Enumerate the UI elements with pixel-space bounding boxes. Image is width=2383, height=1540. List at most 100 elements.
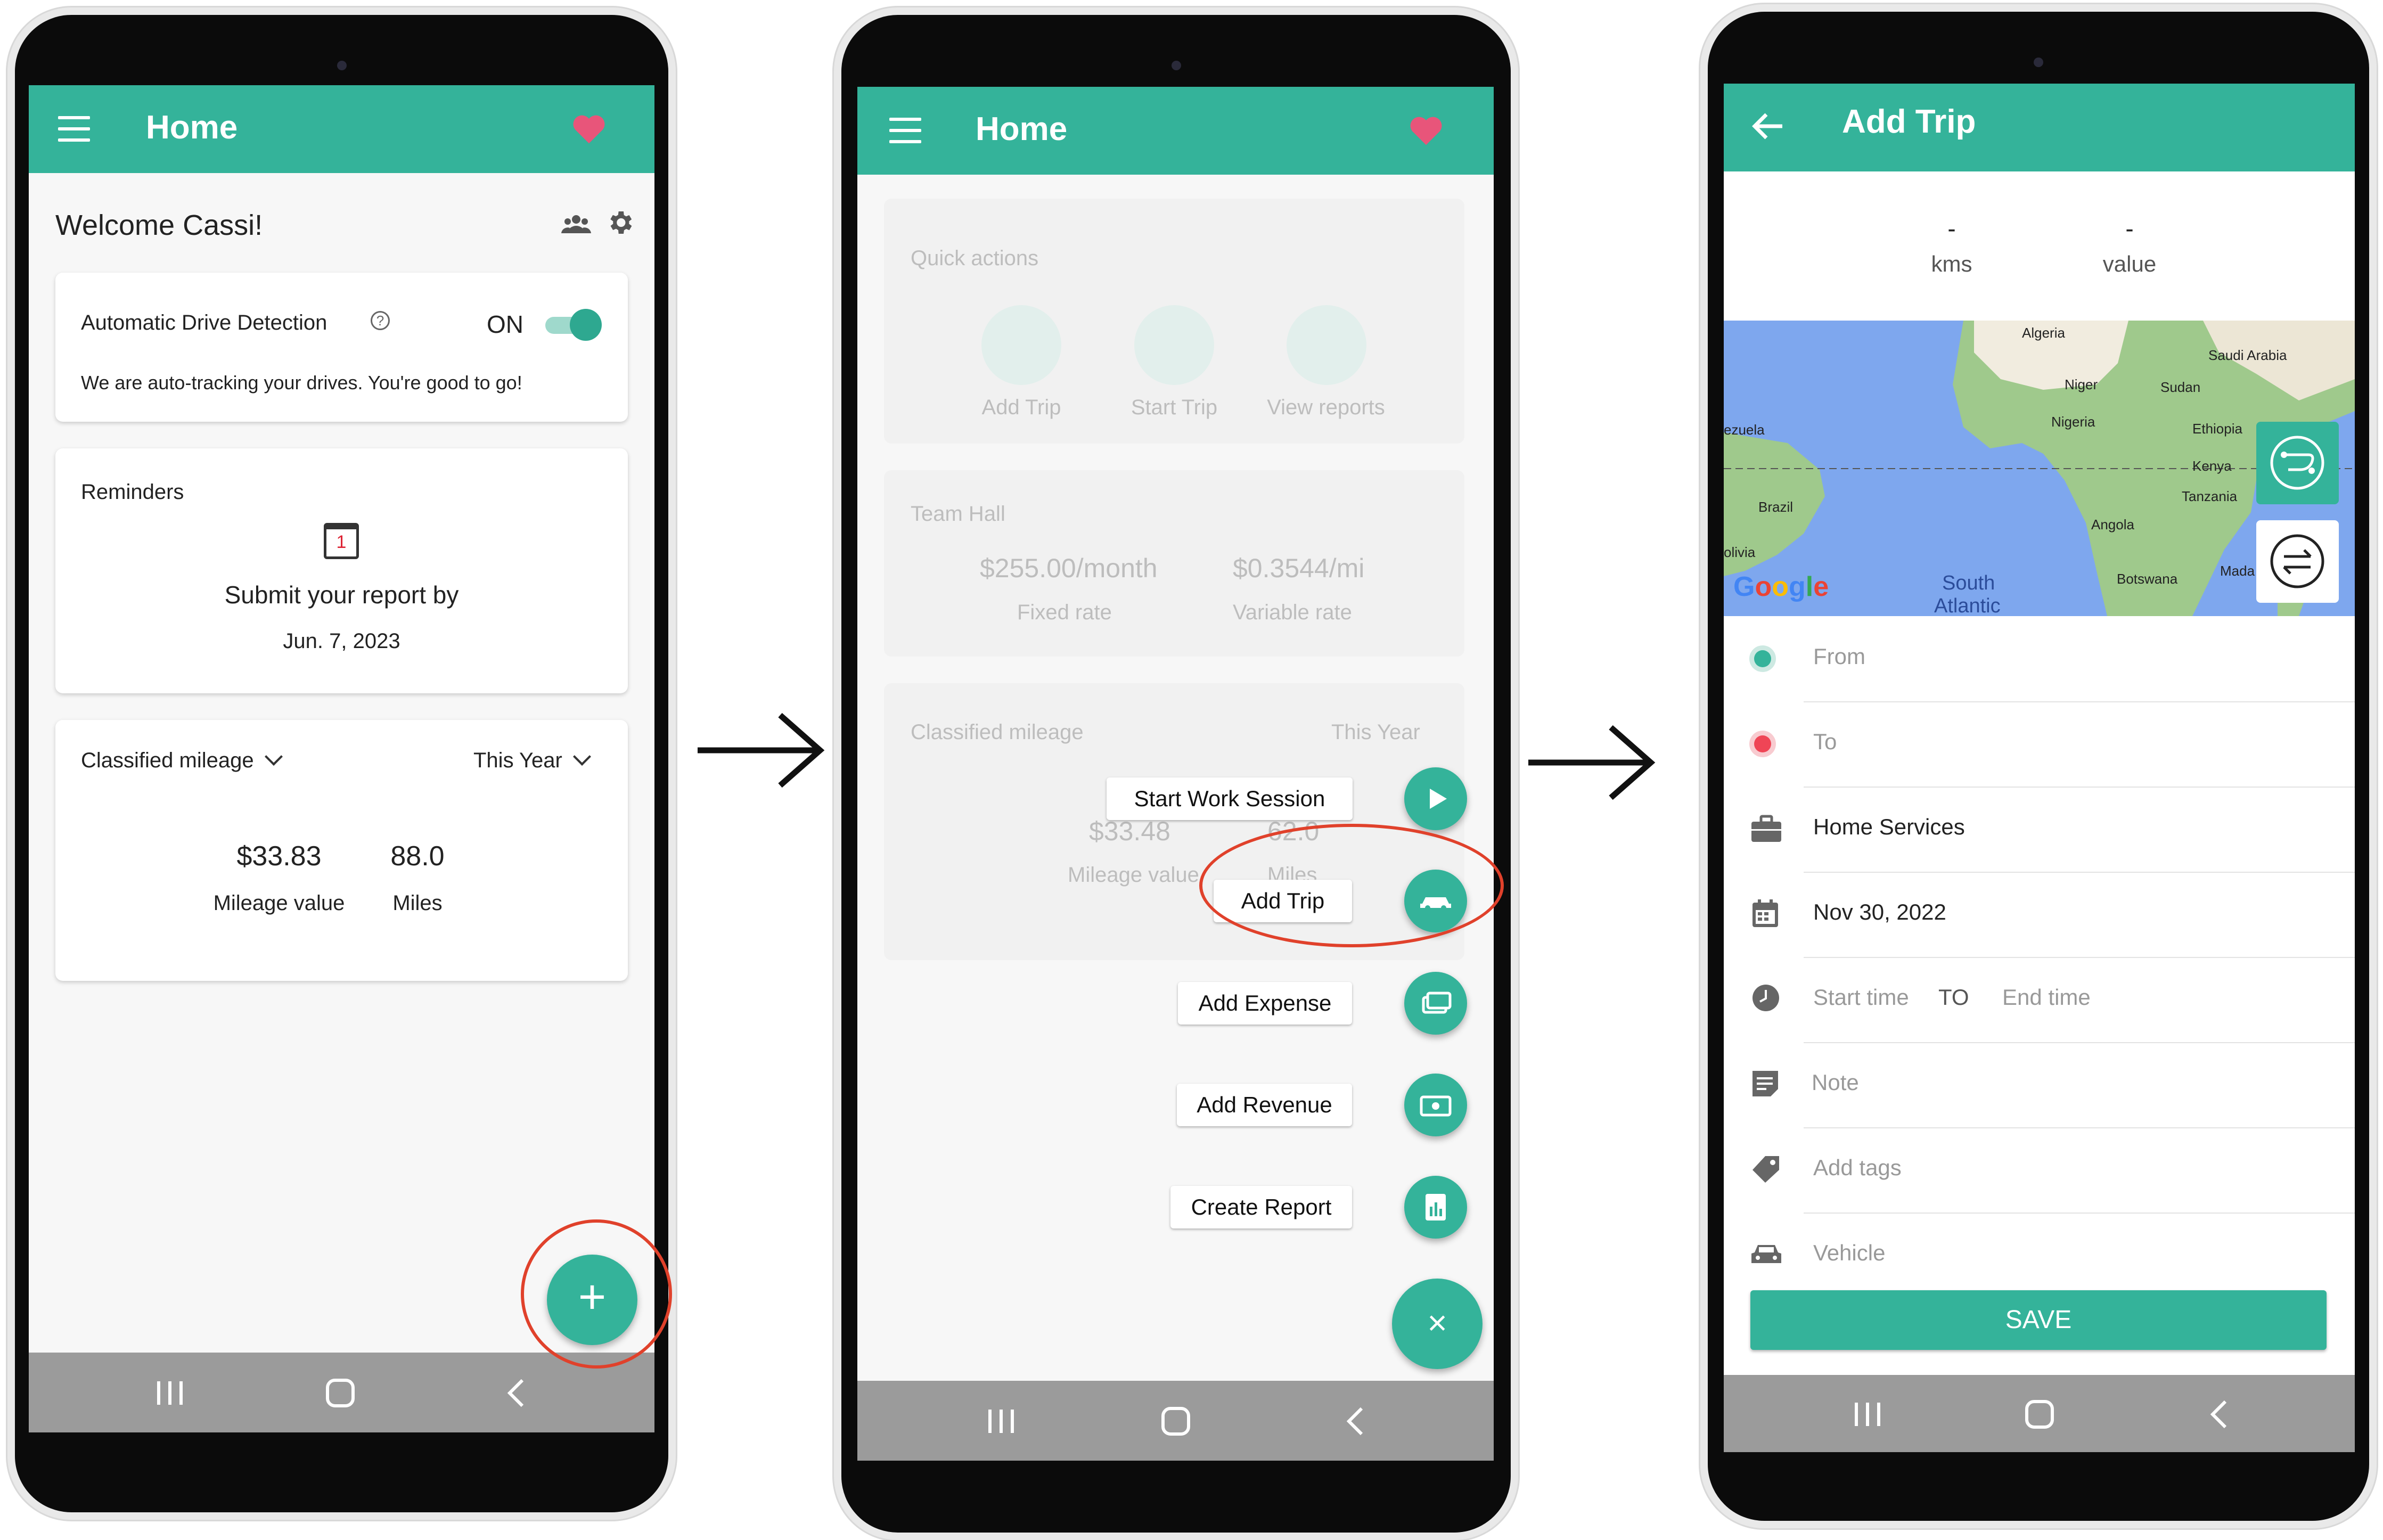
menu-icon[interactable]	[58, 116, 90, 142]
calendar-icon: 1	[324, 523, 359, 559]
miles-value: 88.0	[390, 841, 445, 872]
tags-field[interactable]: Add tags	[1804, 1127, 2355, 1214]
period-select[interactable]: This Year	[473, 748, 591, 773]
start-work-session-button[interactable]	[1404, 767, 1467, 830]
system-nav-bar	[857, 1381, 1494, 1461]
start-work-session-label[interactable]: Start Work Session	[1107, 777, 1353, 820]
map-label: Angola	[2091, 517, 2134, 533]
period-select: This Year	[1331, 720, 1420, 744]
page-title: Add Trip	[1842, 103, 1976, 140]
vehicle-icon	[1750, 1242, 1782, 1270]
back-nav-icon[interactable]	[2208, 1398, 2230, 1433]
help-icon[interactable]: ?	[371, 311, 390, 330]
kms-label: kms	[1931, 251, 1972, 276]
quick-actions-title: Quick actions	[911, 247, 1039, 270]
phone-add-trip: Add Trip - kms - value Algeria Saudi Ara…	[1700, 4, 2377, 1528]
tag-icon	[1751, 1155, 1780, 1186]
team-card: Team Hall $255.00/month Fixed rate $0.35…	[884, 470, 1464, 657]
google-logo: Google	[1733, 571, 1829, 602]
detection-status: ON	[487, 310, 523, 338]
calendar-day: 1	[336, 532, 347, 552]
route-map[interactable]: Algeria Saudi Arabia Niger Sudan Nigeria…	[1724, 321, 2355, 616]
note-placeholder: Note	[1812, 1070, 1859, 1095]
home-nav-icon[interactable]	[324, 1377, 356, 1412]
screen-add-trip: Add Trip - kms - value Algeria Saudi Ara…	[1724, 84, 2355, 1452]
map-label: olivia	[1724, 544, 1756, 560]
quick-actions-card: Quick actions Add Trip Start Trip View r…	[884, 199, 1464, 444]
end-time-placeholder[interactable]: End time	[2002, 985, 2091, 1010]
variable-rate-label: Variable rate	[1233, 601, 1352, 624]
card-icon	[1422, 992, 1452, 1014]
create-report-button[interactable]	[1404, 1176, 1467, 1239]
add-trip-highlight-circle	[1199, 824, 1504, 947]
map-label: Botswana	[2117, 571, 2178, 587]
reminder-text: Submit your report by	[224, 581, 459, 609]
mileage-value-label: Mileage value	[213, 891, 345, 915]
cash-icon	[1420, 1095, 1452, 1117]
time-field[interactable]: Start time TO End time	[1804, 957, 2355, 1043]
reminders-title: Reminders	[81, 480, 184, 504]
swap-button[interactable]	[2256, 520, 2339, 603]
quick-action-circle	[1287, 305, 1366, 385]
kms-value: -	[1947, 215, 1956, 242]
heart-icon[interactable]	[1408, 114, 1444, 149]
mileage-title: Classified mileage	[911, 720, 1084, 744]
back-nav-icon[interactable]	[505, 1377, 527, 1412]
front-camera	[1171, 61, 1181, 70]
clock-icon	[1751, 984, 1780, 1015]
map-label: Niger	[2065, 376, 2098, 392]
recents-icon[interactable]	[154, 1378, 186, 1410]
heart-icon[interactable]	[571, 113, 607, 148]
value-label: value	[2102, 251, 2157, 276]
fab-highlight-circle	[521, 1219, 672, 1369]
page-title: Home	[146, 109, 238, 146]
arrow-right-icon	[1528, 725, 1656, 800]
vehicle-field[interactable]: Vehicle	[1804, 1213, 2355, 1298]
screen-menu: Home Quick actions Add Trip Start Trip V…	[857, 87, 1494, 1461]
map-label: Brazil	[1758, 499, 1794, 515]
map-label: Atlantic	[1934, 595, 2001, 616]
to-field[interactable]: To	[1804, 701, 2355, 788]
gear-icon[interactable]	[605, 208, 635, 240]
map-label: Kenya	[2192, 458, 2232, 474]
map-label: ezuela	[1724, 422, 1765, 438]
note-field[interactable]: Note	[1804, 1042, 2355, 1128]
system-nav-bar	[29, 1353, 654, 1432]
map-label: Saudi Arabia	[2208, 347, 2287, 363]
detection-label: Automatic Drive Detection	[81, 311, 327, 334]
arrow-right-icon	[698, 712, 825, 788]
back-arrow-icon[interactable]	[1750, 110, 1784, 145]
route-button[interactable]	[2256, 422, 2339, 504]
menu-icon[interactable]	[889, 118, 921, 143]
from-field[interactable]: From	[1804, 616, 2355, 702]
drive-detection-card: Automatic Drive Detection ? ON We are au…	[55, 273, 628, 422]
date-field[interactable]: Nov 30, 2022	[1804, 872, 2355, 958]
map-label: Algeria	[2022, 325, 2065, 341]
swap-icon	[2270, 534, 2324, 588]
from-dot-icon	[1749, 645, 1776, 672]
recents-icon[interactable]	[1852, 1399, 1884, 1431]
add-expense-label[interactable]: Add Expense	[1178, 982, 1352, 1025]
home-nav-icon[interactable]	[1160, 1405, 1192, 1440]
save-button[interactable]: SAVE	[1750, 1290, 2327, 1350]
add-revenue-button[interactable]	[1404, 1074, 1467, 1136]
map-label: Nigeria	[2051, 414, 2095, 430]
close-menu-button[interactable]: ×	[1392, 1279, 1483, 1369]
recents-icon[interactable]	[985, 1406, 1017, 1438]
app-bar: Home	[29, 85, 654, 173]
create-report-label[interactable]: Create Report	[1170, 1186, 1352, 1228]
back-nav-icon[interactable]	[1345, 1405, 1366, 1440]
mileage-title[interactable]: Classified mileage	[81, 748, 283, 773]
category-field[interactable]: Home Services	[1804, 787, 2355, 873]
front-camera	[337, 61, 347, 70]
add-expense-button[interactable]	[1404, 972, 1467, 1035]
team-icon[interactable]	[561, 213, 591, 237]
chevron-down-icon	[264, 748, 283, 766]
add-revenue-label[interactable]: Add Revenue	[1177, 1084, 1352, 1126]
start-time-placeholder[interactable]: Start time	[1813, 985, 1909, 1010]
home-nav-icon[interactable]	[2024, 1398, 2056, 1433]
map-label: South	[1942, 572, 1995, 594]
to-dot-icon	[1749, 731, 1776, 757]
detection-toggle[interactable]	[545, 309, 602, 341]
quick-action-label: View reports	[1267, 396, 1385, 419]
